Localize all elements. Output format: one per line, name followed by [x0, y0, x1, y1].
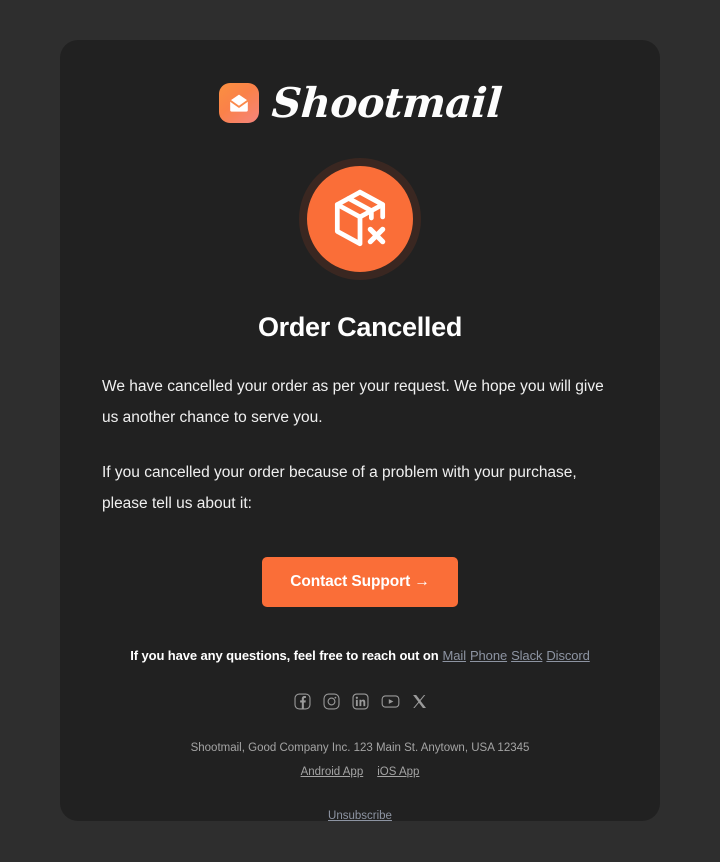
instagram-icon[interactable]: [322, 693, 340, 710]
footer-address: Shootmail, Good Company Inc. 123 Main St…: [190, 742, 530, 754]
youtube-icon[interactable]: [381, 693, 400, 710]
package-cancelled-icon: [299, 158, 421, 280]
contact-link-slack[interactable]: Slack: [511, 648, 542, 663]
brand-logo-mark: [218, 83, 259, 123]
unsubscribe-link[interactable]: Unsubscribe: [328, 810, 392, 822]
social-links: [100, 693, 620, 710]
body-paragraph-1: We have cancelled your order as per your…: [102, 378, 604, 426]
contact-link-phone[interactable]: Phone: [470, 648, 507, 663]
contact-line-prefix: If you have any questions, feel free to …: [130, 648, 439, 663]
brand-name: Shootmail: [270, 78, 504, 127]
brand-header: Shootmail: [100, 40, 620, 144]
footer-app-links: Android App iOS App: [100, 766, 620, 778]
email-card: Shootmail Order Cancelled We have cancel…: [60, 40, 660, 824]
x-twitter-icon[interactable]: [412, 694, 427, 709]
contact-line: If you have any questions, feel free to …: [100, 648, 620, 663]
facebook-icon[interactable]: [293, 693, 311, 710]
email-preview-page: Shootmail Order Cancelled We have cancel…: [0, 0, 720, 862]
cta-container: Contact Support →: [100, 557, 620, 607]
contact-link-discord[interactable]: Discord: [546, 648, 589, 663]
android-app-link[interactable]: Android App: [301, 766, 364, 778]
page-title: Order Cancelled: [257, 312, 463, 342]
contact-support-button[interactable]: Contact Support →: [262, 557, 458, 607]
ios-app-link[interactable]: iOS App: [377, 766, 419, 778]
envelope-icon: [227, 91, 251, 115]
body-paragraph-2: If you cancelled your order because of a…: [102, 464, 577, 512]
contact-link-mail[interactable]: Mail: [443, 648, 467, 663]
linkedin-icon[interactable]: [351, 693, 369, 710]
status-icon-container: [100, 158, 620, 280]
footer-unsubscribe: Unsubscribe: [100, 806, 620, 824]
